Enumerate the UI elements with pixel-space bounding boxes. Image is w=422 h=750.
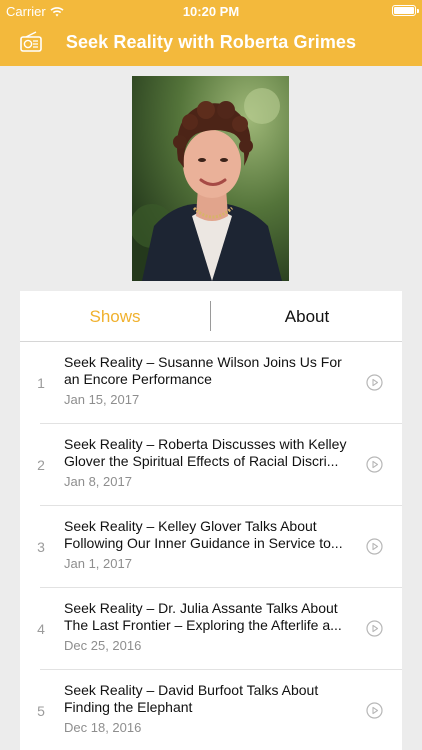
episode-title-line-1: Seek Reality – Roberta Discusses with Ke…	[64, 436, 347, 452]
episode-number: 2	[37, 457, 45, 473]
episode-date: Jan 8, 2017	[64, 474, 132, 489]
episode-title-line-1: Seek Reality – Susanne Wilson Joins Us F…	[64, 354, 342, 370]
episodes-card: Shows About 1 Seek Reality – Susanne Wil…	[20, 291, 402, 750]
nav-bar: Seek Reality with Roberta Grimes	[0, 22, 422, 66]
play-icon[interactable]	[366, 538, 383, 555]
episode-date: Jan 15, 2017	[64, 392, 140, 407]
episode-title: Seek Reality – Susanne Wilson Joins Us F…	[64, 354, 358, 388]
episode-title: Seek Reality – Kelley Glover Talks About…	[64, 518, 358, 552]
episode-date: Dec 18, 2016	[64, 720, 142, 735]
episode-title-line-1: Seek Reality – Dr. Julia Assante Talks A…	[64, 600, 338, 616]
host-photo	[132, 76, 289, 281]
episode-number: 4	[37, 621, 45, 637]
episode-title: Seek Reality – Dr. Julia Assante Talks A…	[64, 600, 358, 634]
episode-row[interactable]: 1 Seek Reality – Susanne Wilson Joins Us…	[20, 342, 402, 424]
tab-shows[interactable]: Shows	[20, 291, 210, 342]
episode-title-line-2: The Last Frontier – Exploring the Afterl…	[64, 617, 342, 633]
episode-row[interactable]: 5 Seek Reality – David Burfoot Talks Abo…	[20, 670, 402, 750]
episode-title-line-2: Finding the Elephant	[64, 699, 193, 715]
episode-title-line-1: Seek Reality – David Burfoot Talks About	[64, 682, 319, 698]
episode-date: Dec 25, 2016	[64, 638, 142, 653]
episode-number: 1	[37, 375, 45, 391]
status-time: 10:20 PM	[182, 4, 240, 19]
play-icon[interactable]	[366, 702, 383, 719]
play-icon[interactable]	[366, 374, 383, 391]
play-icon[interactable]	[366, 456, 383, 473]
episode-title-line-2: Glover the Spiritual Effects of Racial D…	[64, 453, 339, 469]
play-icon[interactable]	[366, 620, 383, 637]
app-screen: Carrier 10:20 PM Seek Reality with Rober…	[0, 0, 422, 750]
battery-icon	[392, 5, 419, 16]
episode-row[interactable]: 2 Seek Reality – Roberta Discusses with …	[20, 424, 402, 506]
episode-row[interactable]: 3 Seek Reality – Kelley Glover Talks Abo…	[20, 506, 402, 588]
episode-number: 3	[37, 539, 45, 555]
episode-date: Jan 1, 2017	[64, 556, 132, 571]
tab-divider	[210, 301, 211, 331]
header: Carrier 10:20 PM Seek Reality with Rober…	[0, 0, 422, 66]
episode-title-line-2: an Encore Performance	[64, 371, 212, 387]
status-bar: Carrier 10:20 PM	[0, 0, 422, 22]
episode-title-line-1: Seek Reality – Kelley Glover Talks About	[64, 518, 317, 534]
episode-number: 5	[37, 703, 45, 719]
episode-title: Seek Reality – David Burfoot Talks About…	[64, 682, 358, 716]
page-title: Seek Reality with Roberta Grimes	[65, 32, 357, 52]
episode-title-line-2: Following Our Inner Guidance in Service …	[64, 535, 343, 551]
episode-title: Seek Reality – Roberta Discusses with Ke…	[64, 436, 358, 470]
segmented-tabs: Shows About	[20, 291, 402, 342]
tab-about[interactable]: About	[212, 291, 402, 342]
episode-row[interactable]: 4 Seek Reality – Dr. Julia Assante Talks…	[20, 588, 402, 670]
